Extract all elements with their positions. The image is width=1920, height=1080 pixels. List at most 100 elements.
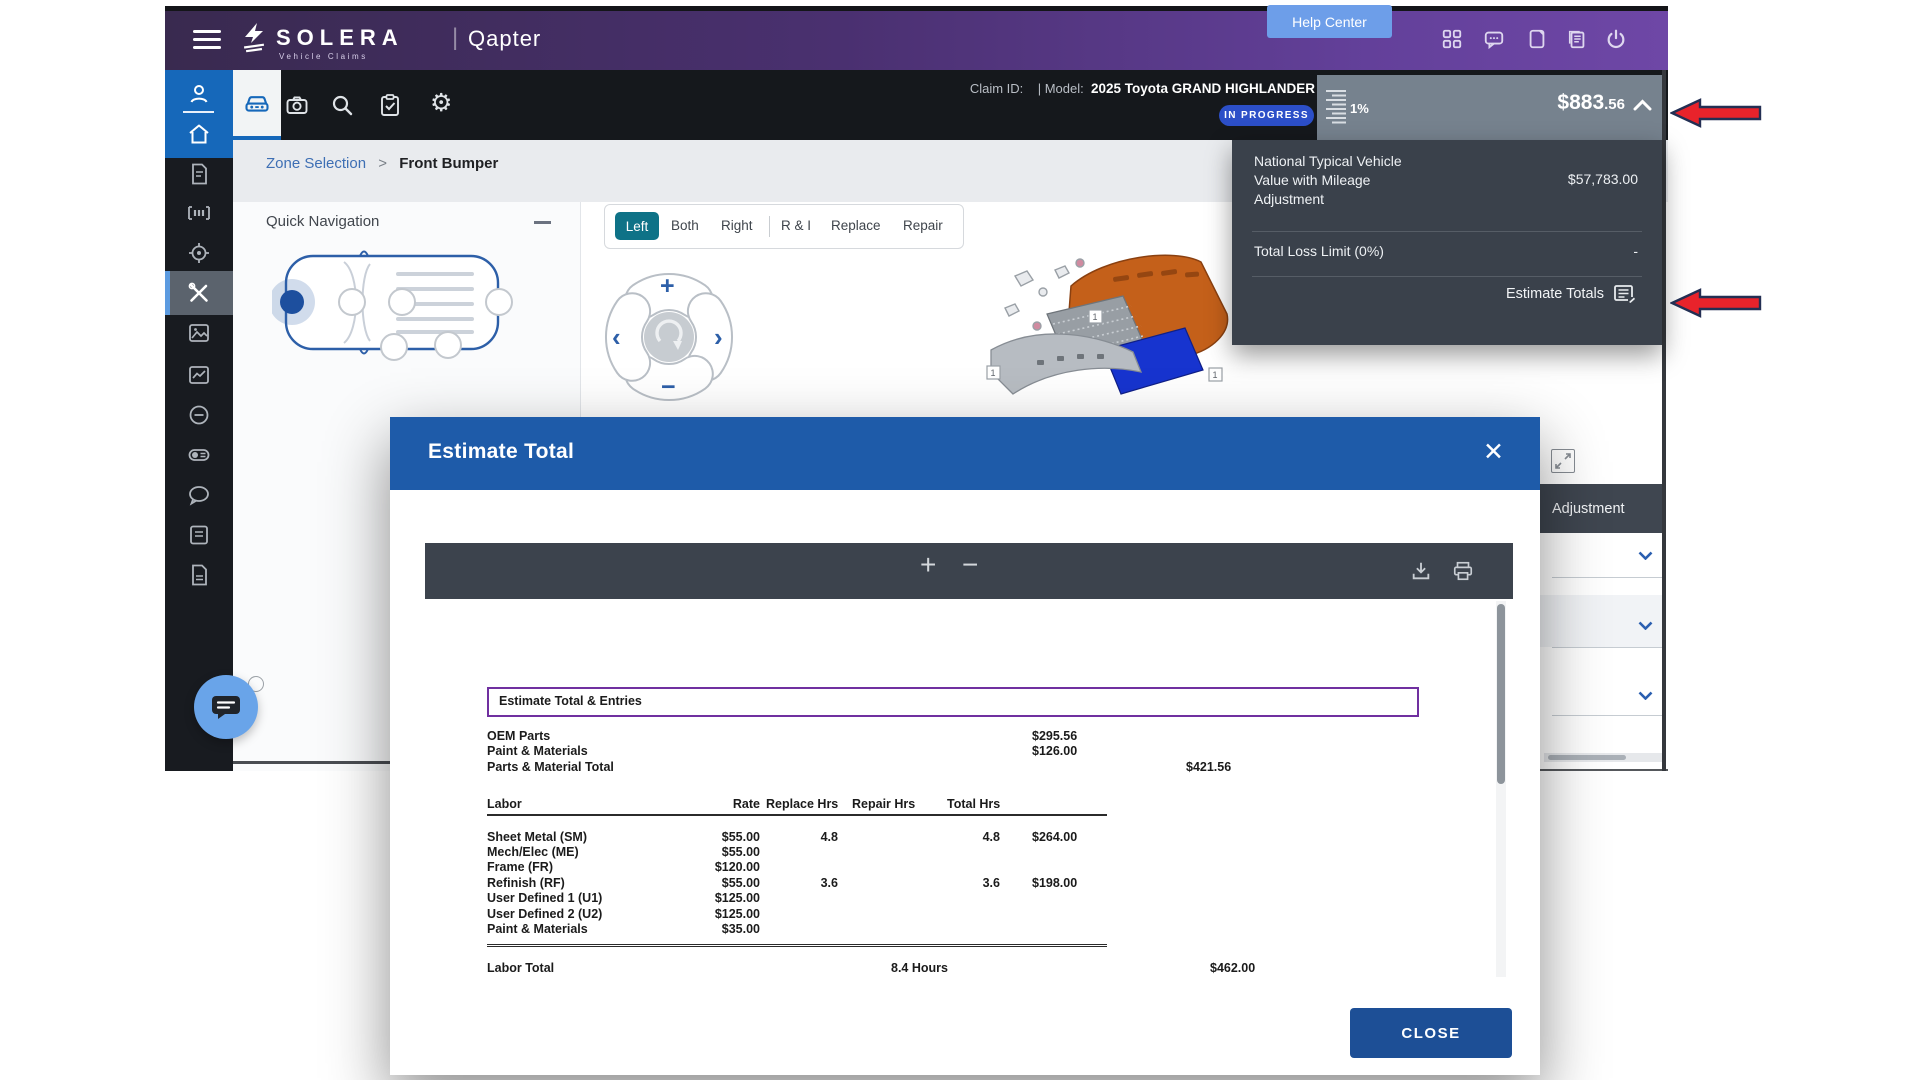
zone-marker-rear[interactable] xyxy=(486,289,512,315)
tab-repair[interactable]: Repair xyxy=(903,218,943,233)
table-rule xyxy=(487,814,1107,816)
document-section-box: Estimate Total & Entries xyxy=(487,687,1419,717)
window-scrollbar-edge[interactable] xyxy=(1662,70,1666,771)
documents-icon[interactable] xyxy=(1566,28,1588,50)
expand-icon[interactable] xyxy=(1551,449,1575,473)
product-name: Qapter xyxy=(468,26,541,52)
zone-marker-front-left-selected[interactable] xyxy=(280,290,304,314)
close-button[interactable]: CLOSE xyxy=(1350,1008,1512,1058)
estimate-document: Estimate Total & Entries OEM Parts $295.… xyxy=(425,599,1513,979)
damage-percent: 1% xyxy=(1350,101,1369,116)
zone-marker[interactable] xyxy=(435,332,461,358)
rotate-left-button[interactable]: ‹ xyxy=(612,322,621,353)
apps-grid-icon[interactable] xyxy=(1441,28,1463,50)
modal-header: Estimate Total ✕ xyxy=(390,417,1540,490)
labor-row: Paint & Materials$35.00 xyxy=(487,922,1477,937)
power-icon[interactable] xyxy=(1605,28,1627,50)
brand-name: SOLERA xyxy=(276,25,404,51)
total-loss-value: - xyxy=(1398,243,1638,259)
modal-scrollbar[interactable] xyxy=(1496,601,1506,977)
annotation-arrow-total xyxy=(1670,98,1762,128)
car-icon xyxy=(243,89,271,117)
chevron-down-icon[interactable] xyxy=(1638,691,1653,700)
camera-icon[interactable] xyxy=(285,93,309,117)
chevron-down-icon[interactable] xyxy=(1638,551,1653,560)
app-header: SOLERA Vehicle Claims | Qapter Help Cent… xyxy=(165,11,1668,70)
tab-both[interactable]: Both xyxy=(671,218,699,233)
breadcrumb-separator: > xyxy=(378,155,387,172)
car-top-view-diagram[interactable] xyxy=(272,242,518,364)
labor-row: Refinish (RF)$55.003.63.6$198.00 xyxy=(487,876,1477,891)
tab-r-and-i[interactable]: R & I xyxy=(781,218,811,233)
target-icon[interactable] xyxy=(187,241,211,265)
estimate-total-bar[interactable]: 1% $883.56 xyxy=(1317,75,1662,140)
chevron-down-icon[interactable] xyxy=(1638,621,1653,630)
chevron-up-icon[interactable] xyxy=(1633,99,1652,111)
scrollbar-thumb[interactable] xyxy=(1548,755,1626,760)
checklist-icon[interactable] xyxy=(378,93,402,117)
horizontal-scrollbar[interactable] xyxy=(1544,753,1662,762)
note-icon[interactable] xyxy=(187,523,211,547)
model-value: 2025 Toyota GRAND HIGHLANDER xyxy=(1091,81,1315,96)
value-label-line2: Value with Mileage xyxy=(1254,172,1370,188)
chat-icon[interactable] xyxy=(1483,28,1505,50)
document-icon[interactable] xyxy=(187,162,211,186)
hamburger-menu-icon[interactable] xyxy=(193,30,221,52)
tab-replace[interactable]: Replace xyxy=(831,218,881,233)
zoom-in-button[interactable]: + xyxy=(660,272,675,301)
annotation-arrow-estimate-totals xyxy=(1670,288,1762,318)
image-icon[interactable] xyxy=(187,321,211,345)
vehicle-tab-active[interactable] xyxy=(233,70,281,140)
help-center-button[interactable]: Help Center xyxy=(1267,5,1392,38)
estimate-form-icon[interactable] xyxy=(1614,285,1636,304)
zoom-out-button[interactable]: − xyxy=(661,373,676,402)
toggle-icon[interactable] xyxy=(187,443,211,467)
print-icon[interactable] xyxy=(1452,560,1474,582)
chat-fab-button[interactable] xyxy=(194,675,258,739)
settings-gear-icon[interactable]: ⚙ xyxy=(430,88,454,112)
collapse-minus-icon[interactable] xyxy=(534,221,551,224)
zone-marker[interactable] xyxy=(381,334,407,360)
rotate-right-button[interactable]: › xyxy=(714,322,723,353)
bumper-exploded-diagram[interactable]: 111 xyxy=(985,248,1233,428)
minus-circle-icon[interactable] xyxy=(187,403,211,427)
barcode-icon[interactable] xyxy=(187,201,211,225)
tools-icon[interactable] xyxy=(187,281,211,305)
tablet-icon[interactable] xyxy=(1526,28,1548,50)
tab-right[interactable]: Right xyxy=(721,218,753,233)
total-loss-label: Total Loss Limit (0%) xyxy=(1254,243,1384,259)
report-chart-icon[interactable] xyxy=(187,363,211,387)
labor-row: Mech/Elec (ME)$55.00 xyxy=(487,845,1477,860)
sidebar-active-indicator xyxy=(165,271,170,315)
breadcrumb-zone-selection[interactable]: Zone Selection xyxy=(266,155,366,172)
svg-text:1: 1 xyxy=(1093,312,1098,322)
labor-row: User Defined 1 (U1)$125.00 xyxy=(487,891,1477,906)
search-icon[interactable] xyxy=(330,93,354,117)
damage-gauge-icon xyxy=(1326,89,1346,127)
labor-row: Frame (FR)$120.00 xyxy=(487,860,1477,875)
labor-table-header: Labor Rate Replace Hrs Repair Hrs Total … xyxy=(487,797,1477,812)
pdf-toolbar: + − xyxy=(425,543,1513,599)
chat-fab-icon xyxy=(210,693,242,721)
zone-marker[interactable] xyxy=(339,289,365,315)
close-icon[interactable]: ✕ xyxy=(1483,437,1504,467)
modal-scrollbar-thumb[interactable] xyxy=(1497,604,1505,784)
pdf-file-icon[interactable] xyxy=(187,563,211,587)
estimate-total-modal: Estimate Total ✕ + − Estimate Total & En… xyxy=(390,417,1540,1075)
tab-left-active[interactable]: Left xyxy=(615,212,659,240)
zone-marker[interactable] xyxy=(389,289,415,315)
speech-bubble-icon[interactable] xyxy=(187,483,211,507)
table-double-rule xyxy=(487,944,1107,947)
pdf-zoom-out-button[interactable]: − xyxy=(962,549,978,581)
field-underline xyxy=(1552,647,1662,648)
pdf-zoom-in-button[interactable]: + xyxy=(920,549,936,581)
view-tab-bar: Left Both Right R & I Replace Repair xyxy=(604,204,964,249)
user-section-tab[interactable] xyxy=(165,70,233,158)
estimate-totals-link[interactable]: Estimate Totals xyxy=(1398,286,1604,302)
person-icon xyxy=(187,82,211,106)
download-icon[interactable] xyxy=(1410,560,1432,582)
vehicle-value: $57,783.00 xyxy=(1398,171,1638,187)
home-icon[interactable] xyxy=(187,122,211,146)
modal-title: Estimate Total xyxy=(428,440,574,464)
breadcrumb: Zone Selection > Front Bumper xyxy=(266,155,498,172)
